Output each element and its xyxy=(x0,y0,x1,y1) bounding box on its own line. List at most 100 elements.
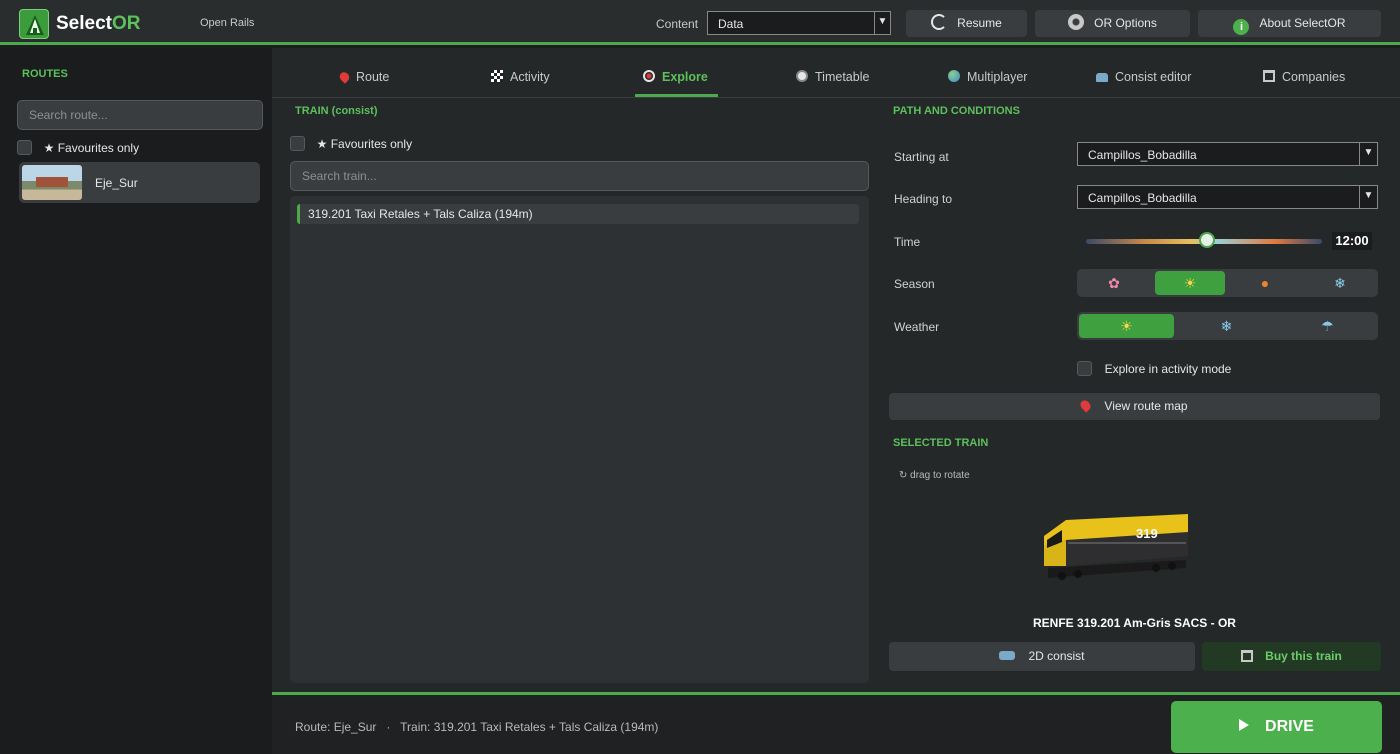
main-panel: Route Activity Explore Timetable Multipl… xyxy=(272,48,1400,692)
tab-activity[interactable]: Activity xyxy=(491,70,550,84)
tab-label: Activity xyxy=(510,70,550,84)
status-text: Route: Eje_Sur · Train: 319.201 Taxi Ret… xyxy=(295,720,659,734)
train-icon xyxy=(999,651,1016,660)
chevron-down-icon: ▼ xyxy=(874,12,890,34)
content-label: Content xyxy=(656,17,699,31)
or-options-button[interactable]: OR Options xyxy=(1035,10,1190,37)
favourites-label: ★ Favourites only xyxy=(43,141,140,155)
route-name: Eje_Sur xyxy=(95,176,138,190)
buy-train-label: Buy this train xyxy=(1265,649,1342,663)
clear-sun-icon[interactable]: ☀ xyxy=(1079,314,1174,338)
selected-train-title: SELECTED TRAIN xyxy=(893,437,989,449)
chevron-down-icon: ▼ xyxy=(1359,143,1377,165)
autumn-leaf-icon[interactable]: ● xyxy=(1230,271,1300,295)
tab-route[interactable]: Route xyxy=(337,70,390,84)
active-tab-indicator xyxy=(635,94,718,97)
building-icon xyxy=(1263,70,1275,82)
snow-icon[interactable]: ❄ xyxy=(1179,314,1274,338)
rain-cloud-icon[interactable]: ☂ xyxy=(1279,314,1376,338)
starting-select[interactable]: Campillos_Bobadilla ▼ xyxy=(1077,142,1378,166)
train-favourites-checkbox[interactable] xyxy=(290,136,305,151)
tab-label: Consist editor xyxy=(1115,70,1192,84)
clock-icon xyxy=(796,70,808,82)
content-value: Data xyxy=(718,17,744,31)
summer-sun-icon[interactable]: ☀ xyxy=(1155,271,1225,295)
building-icon xyxy=(1241,650,1254,662)
tab-timetable[interactable]: Timetable xyxy=(796,70,869,84)
info-icon: i xyxy=(1233,19,1250,35)
tab-explore[interactable]: Explore xyxy=(643,70,708,84)
tab-label: Timetable xyxy=(815,70,870,84)
train-list-item[interactable]: 319.201 Taxi Retales + Tals Caliza (194m… xyxy=(297,204,859,224)
spring-flower-icon[interactable]: ✿ xyxy=(1079,271,1149,295)
explore-icon xyxy=(643,70,655,82)
train-title: TRAIN (consist) xyxy=(295,105,378,117)
favourites-toggle[interactable]: ★ Favourites only xyxy=(17,140,139,155)
tab-label: Explore xyxy=(662,70,708,84)
weather-selector: ☀ ❄ ☂ xyxy=(1077,312,1378,340)
drive-label: DRIVE xyxy=(1265,718,1314,735)
sidebar: ROUTES Search route... ★ Favourites only… xyxy=(0,48,272,754)
tab-label: Multiplayer xyxy=(967,70,1028,84)
tab-multiplayer[interactable]: Multiplayer xyxy=(948,70,1027,84)
resume-label: Resume xyxy=(957,16,1002,30)
tab-companies[interactable]: Companies xyxy=(1263,70,1345,84)
starting-label: Starting at xyxy=(894,150,949,164)
resume-button[interactable]: Resume xyxy=(906,10,1027,37)
search-route-input[interactable]: Search route... xyxy=(17,100,263,130)
app-name: SelectOR xyxy=(56,13,141,34)
search-train-input[interactable]: Search train... xyxy=(290,161,869,191)
train-list: 319.201 Taxi Retales + Tals Caliza (194m… xyxy=(290,196,869,683)
route-thumbnail xyxy=(22,165,82,200)
time-label: Time xyxy=(894,235,921,249)
buy-train-button[interactable]: Buy this train xyxy=(1202,642,1381,671)
chevron-down-icon: ▼ xyxy=(1359,186,1377,208)
winter-snowflake-icon[interactable]: ❄ xyxy=(1305,271,1375,295)
app-subtitle: Open Rails xyxy=(200,17,255,29)
path-title: PATH AND CONDITIONS xyxy=(893,105,1020,117)
view-route-map-button[interactable]: View route map xyxy=(889,393,1380,420)
time-value: 12:00 xyxy=(1332,232,1372,250)
flag-icon xyxy=(491,70,503,82)
gear-icon xyxy=(1068,14,1085,30)
drag-rotate-hint: ↻ drag to rotate xyxy=(899,470,970,481)
time-slider-handle[interactable] xyxy=(1199,232,1215,248)
selected-train-name: RENFE 319.201 Am-Gris SACS - OR xyxy=(1033,616,1236,630)
tab-consist-editor[interactable]: Consist editor xyxy=(1096,70,1191,84)
train-favourites-toggle[interactable]: ★ Favourites only xyxy=(290,136,412,151)
heading-select[interactable]: Campillos_Bobadilla ▼ xyxy=(1077,185,1378,209)
view-route-map-label: View route map xyxy=(1104,399,1188,413)
heading-label: Heading to xyxy=(894,192,953,206)
starting-value: Campillos_Bobadilla xyxy=(1088,148,1197,162)
locomotive-preview[interactable]: 319 xyxy=(1038,508,1192,588)
about-button[interactable]: i About SelectOR xyxy=(1198,10,1381,37)
consist-2d-label: 2D consist xyxy=(1028,649,1085,663)
or-options-label: OR Options xyxy=(1094,16,1157,30)
season-label: Season xyxy=(894,277,935,291)
heading-value: Campillos_Bobadilla xyxy=(1088,191,1197,205)
play-icon xyxy=(1239,719,1250,731)
drive-button[interactable]: DRIVE xyxy=(1171,701,1382,753)
about-label: About SelectOR xyxy=(1259,16,1346,30)
train-favourites-label: ★ Favourites only xyxy=(316,137,413,151)
season-selector: ✿ ☀ ● ❄ xyxy=(1077,269,1378,297)
bottom-bar: Route: Eje_Sur · Train: 319.201 Taxi Ret… xyxy=(272,692,1400,754)
consist-2d-button[interactable]: 2D consist xyxy=(889,642,1195,671)
tab-label: Route xyxy=(356,70,390,84)
tab-label: Companies xyxy=(1282,70,1346,84)
tab-bar: Route Activity Explore Timetable Multipl… xyxy=(272,48,1400,98)
content-select[interactable]: Data ▼ xyxy=(707,11,891,35)
app-logo-icon xyxy=(19,9,49,39)
route-item[interactable]: Eje_Sur xyxy=(19,162,260,203)
pin-icon xyxy=(337,70,352,84)
routes-title: ROUTES xyxy=(22,68,68,80)
globe-icon xyxy=(948,70,960,82)
explore-activity-label: Explore in activity mode xyxy=(1104,362,1232,376)
favourites-checkbox[interactable] xyxy=(17,140,32,155)
resume-icon xyxy=(931,14,948,30)
map-pin-icon xyxy=(1078,398,1093,413)
explore-activity-checkbox[interactable] xyxy=(1077,361,1092,376)
explore-activity-toggle[interactable]: Explore in activity mode xyxy=(1077,361,1231,376)
loco-number: 319 xyxy=(1136,526,1158,541)
train-icon xyxy=(1096,73,1108,82)
